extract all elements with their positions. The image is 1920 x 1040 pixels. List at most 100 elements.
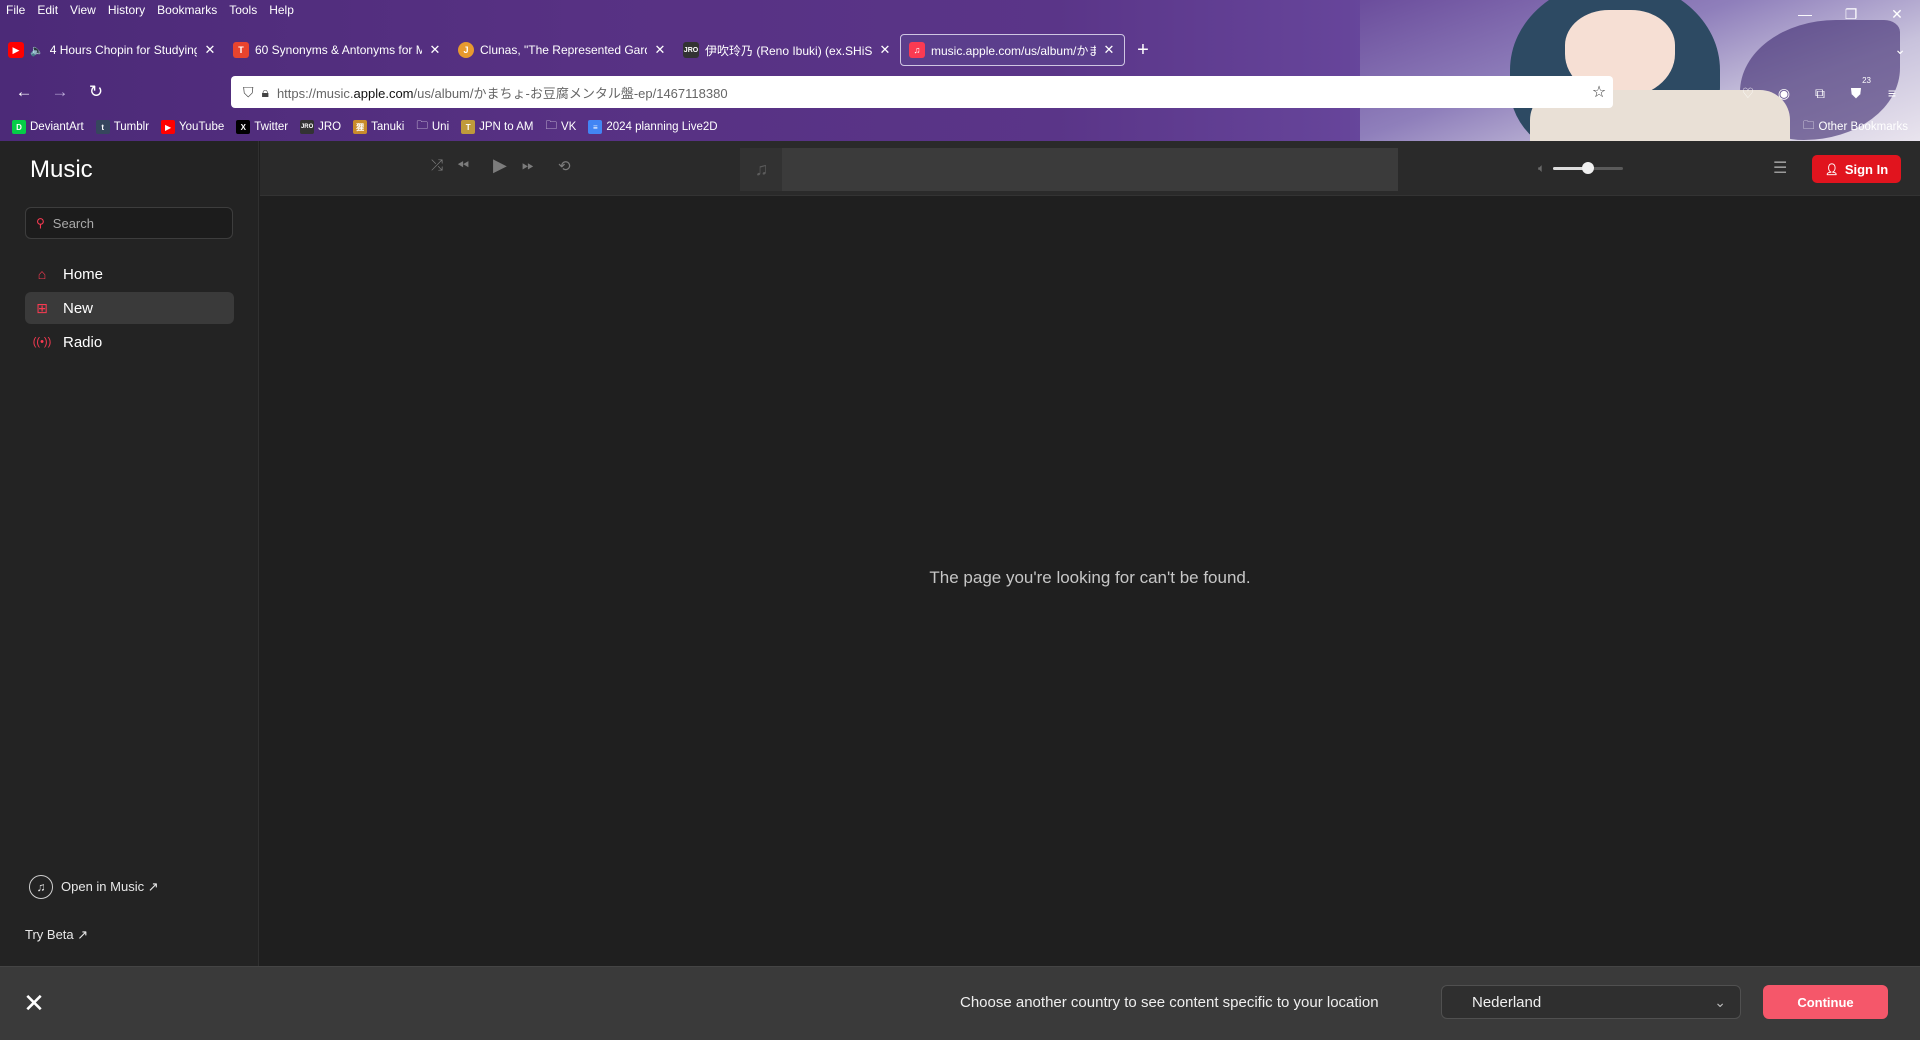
bookmark-youtube[interactable]: ▶ YouTube: [161, 120, 224, 134]
tab-chopin[interactable]: ▶ 🔈 4 Hours Chopin for Studying ✕: [0, 34, 225, 66]
sign-in-button[interactable]: 👤︎ Sign In: [1812, 155, 1901, 183]
shuffle-icon[interactable]: ⤮: [431, 157, 443, 174]
queue-list-icon[interactable]: ☰: [1773, 158, 1787, 178]
menu-bookmarks[interactable]: Bookmarks: [157, 0, 217, 20]
forward-icon[interactable]: →: [46, 78, 74, 106]
close-tab-icon[interactable]: ✕: [428, 42, 442, 58]
menu-view[interactable]: View: [70, 0, 96, 20]
close-tab-icon[interactable]: ✕: [653, 42, 667, 58]
close-tab-icon[interactable]: ✕: [203, 42, 217, 58]
search-input[interactable]: [52, 215, 213, 231]
address-bar[interactable]: ⛉ 🔒︎ https://music.apple.com/us/album/かま…: [231, 76, 1613, 108]
tab-title: music.apple.com/us/album/かま: [931, 43, 1096, 58]
tab-clunas[interactable]: J Clunas, "The Represented Gard ✕: [450, 34, 675, 66]
tab-title: 4 Hours Chopin for Studying: [49, 43, 197, 57]
extensions-icon[interactable]: ⧉: [1809, 82, 1831, 104]
youtube-icon: ▶: [8, 42, 24, 58]
tab-title: Clunas, "The Represented Gard: [480, 43, 647, 57]
folder-icon: 🗀: [545, 119, 557, 132]
menu-history[interactable]: History: [108, 0, 145, 20]
search-icon: ⚲: [36, 216, 45, 230]
jro-icon: JRO: [683, 42, 699, 58]
close-tab-icon[interactable]: ✕: [878, 42, 892, 58]
reload-icon[interactable]: ↻: [82, 78, 110, 106]
lock-icon[interactable]: 🔒︎: [262, 84, 269, 101]
close-tab-icon[interactable]: ✕: [1102, 42, 1116, 58]
bookmark-tumblr[interactable]: t Tumblr: [95, 120, 149, 134]
bookmark-tanuki[interactable]: 狸 Tanuki: [353, 120, 404, 134]
continue-button[interactable]: Continue: [1763, 985, 1888, 1019]
tracking-shield-icon[interactable]: ⛉: [243, 84, 254, 101]
home-icon: ⌂: [37, 266, 47, 282]
bookmark-jpn-to-am[interactable]: T JPN to AM: [461, 120, 533, 134]
url-text[interactable]: https://music.apple.com/us/album/かまちょ-お豆…: [277, 83, 1577, 102]
bookmark-2024-planning[interactable]: ≡ 2024 planning Live2D: [588, 120, 718, 134]
radio-icon: ((•)): [32, 336, 52, 348]
open-in-music-link[interactable]: ♫ Open in Music ↗: [29, 875, 159, 899]
app-menu-icon[interactable]: ≡: [1881, 82, 1903, 104]
close-window-icon[interactable]: ✕: [1874, 0, 1920, 28]
repeat-icon[interactable]: ⟲: [558, 157, 571, 175]
try-beta-link[interactable]: Try Beta ↗: [25, 927, 88, 943]
bookmark-folder-uni[interactable]: 🗀 Uni: [416, 118, 449, 137]
tab-strip: ▶ 🔈 4 Hours Chopin for Studying ✕ T 60 S…: [0, 33, 1161, 67]
country-select[interactable]: Nederland ⌄: [1441, 985, 1741, 1019]
search-box[interactable]: ⚲: [25, 207, 233, 239]
play-icon[interactable]: ▶: [493, 155, 507, 176]
main-content: The page you're looking for can't be fou…: [260, 196, 1920, 966]
apple-music-icon: ♫: [909, 42, 925, 58]
speaker-icon[interactable]: 🔈: [30, 44, 44, 57]
volume-knob[interactable]: [1582, 162, 1595, 174]
bookmark-twitter[interactable]: X Twitter: [236, 120, 288, 134]
artwork-placeholder: ♫: [740, 148, 783, 191]
jro-icon: JRO: [300, 120, 315, 134]
youtube-icon: ▶: [161, 120, 176, 134]
menu-edit[interactable]: Edit: [37, 0, 58, 20]
tanuki-icon: 狸: [353, 120, 368, 134]
minimize-icon[interactable]: —: [1782, 0, 1828, 28]
tab-title: 60 Synonyms & Antonyms for M: [255, 43, 422, 57]
sidebar-item-home[interactable]: ⌂ Home: [25, 258, 234, 290]
volume-icon: 🔈︎: [1538, 161, 1546, 175]
account-icon[interactable]: ◉: [1773, 82, 1795, 104]
bookmark-jro[interactable]: JRO JRO: [300, 120, 341, 134]
grid-icon: ⊞: [36, 299, 48, 316]
not-found-message: The page you're looking for can't be fou…: [929, 568, 1251, 587]
tab-synonyms[interactable]: T 60 Synonyms & Antonyms for M ✕: [225, 34, 450, 66]
restore-icon[interactable]: ❐: [1828, 0, 1874, 28]
pocket-icon[interactable]: ♡: [1737, 82, 1759, 104]
new-tab-icon[interactable]: +: [1125, 34, 1161, 66]
bookmark-star-icon[interactable]: ☆: [1585, 82, 1613, 102]
music-note-icon: ♫: [754, 159, 769, 179]
chevron-down-icon: ⌄: [1714, 994, 1726, 1010]
window-controls: — ❐ ✕: [1782, 0, 1920, 28]
close-icon[interactable]: ✕: [20, 988, 48, 1018]
bookmark-deviantart[interactable]: D DeviantArt: [12, 120, 84, 134]
player-bar: ⤮ ⏪︎ ▶ ⏩︎ ⟲ ♫ 🔈︎ ☰ 👤︎ Sign In: [260, 141, 1920, 196]
volume-slider[interactable]: [1553, 162, 1624, 174]
sidebar-nav: ⌂ Home ⊞ New ((•)) Radio: [25, 258, 234, 360]
ublock-icon[interactable]: ⛊ 23: [1845, 76, 1871, 104]
other-bookmarks[interactable]: 🗀 Other Bookmarks: [1803, 117, 1908, 137]
thesaurus-icon: T: [233, 42, 249, 58]
sidebar-item-radio[interactable]: ((•)) Radio: [25, 326, 234, 358]
next-icon[interactable]: ⏩︎: [522, 157, 534, 174]
bookmark-folder-vk[interactable]: 🗀 VK: [545, 118, 576, 137]
back-icon[interactable]: ←: [10, 78, 38, 106]
previous-icon[interactable]: ⏪︎: [457, 157, 469, 174]
volume-control: 🔈︎: [1538, 161, 1624, 176]
sidebar: Music ⚲ ⌂ Home ⊞ New ((•)) Radio ♫ Open …: [0, 141, 259, 966]
navigation-toolbar: ← → ↻ ⛉ 🔒︎ https://music.apple.com/us/al…: [0, 74, 1920, 110]
tab-reno-ibuki[interactable]: JRO 伊吹玲乃 (Reno Ibuki) (ex.SHiSH ✕: [675, 34, 900, 66]
menu-help[interactable]: Help: [269, 0, 294, 20]
deviantart-icon: D: [12, 120, 26, 134]
jstor-icon: J: [458, 42, 474, 58]
browser-chrome: File Edit View History Bookmarks Tools H…: [0, 0, 1920, 141]
apple-music-logo[interactable]: Music: [28, 156, 93, 184]
music-note-icon: ♫: [29, 875, 53, 899]
tab-apple-music[interactable]: ♫ music.apple.com/us/album/かま ✕: [900, 34, 1125, 66]
sidebar-item-new[interactable]: ⊞ New: [25, 292, 234, 324]
menu-file[interactable]: File: [6, 0, 25, 20]
menu-tools[interactable]: Tools: [229, 0, 257, 20]
list-all-tabs-icon[interactable]: ⌄: [1894, 41, 1906, 58]
